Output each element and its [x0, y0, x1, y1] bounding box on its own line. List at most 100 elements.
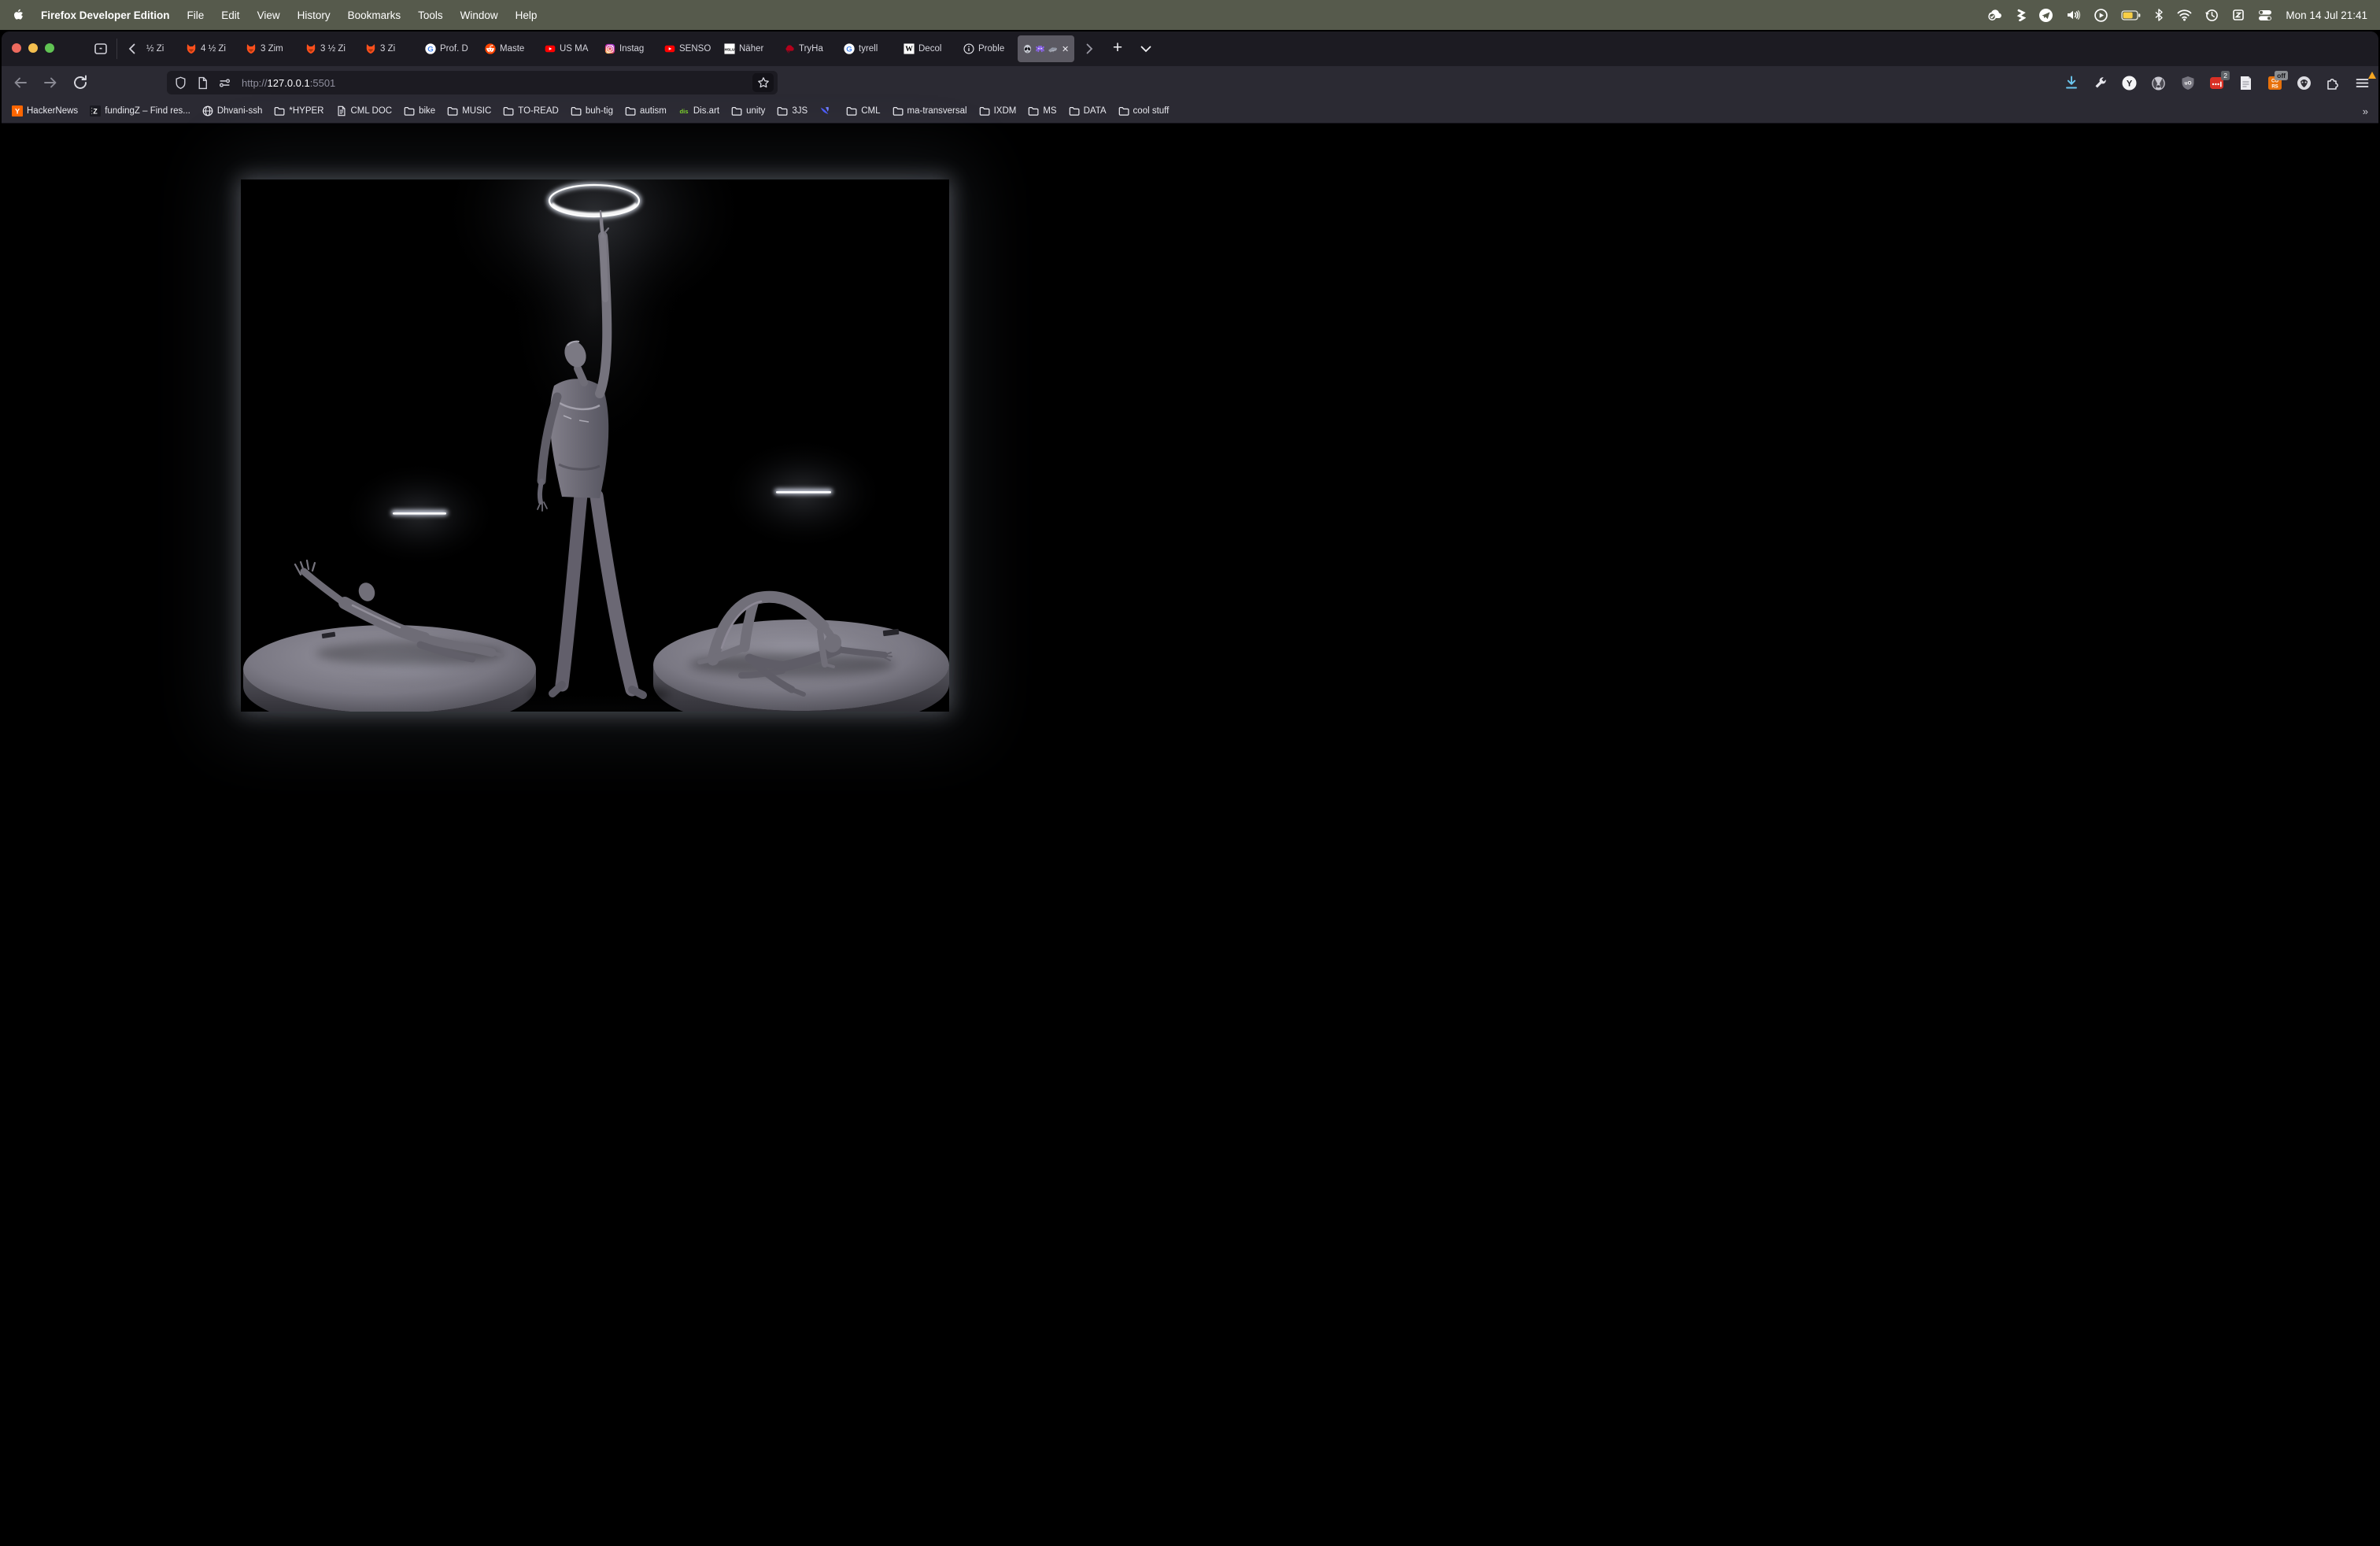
menu-view[interactable]: View [257, 9, 280, 21]
tab[interactable]: Instag [599, 35, 659, 62]
hslu-favicon: HSLU [724, 43, 735, 54]
y-circle-icon[interactable]: Y [2121, 75, 2138, 91]
bookmark-folder[interactable]: autism [625, 105, 667, 117]
tab[interactable]: 4 ½ Zi [180, 35, 240, 62]
clipboard-z-icon[interactable] [2232, 9, 2245, 21]
list-all-tabs-icon[interactable] [1138, 41, 1154, 57]
folder-icon [731, 105, 742, 117]
bookmark-folder[interactable]: TO-READ [503, 105, 559, 117]
invader-emoji-icon [1035, 44, 1045, 54]
folder-icon [571, 105, 582, 117]
bookmark-item[interactable]: disDis.art [678, 105, 719, 117]
time-machine-icon[interactable] [2205, 9, 2219, 22]
url-text[interactable]: http://127.0.0.1:5501 [242, 77, 335, 89]
tab[interactable]: WDecol [898, 35, 958, 62]
bookmark-folder[interactable]: IXDM [979, 105, 1017, 117]
window-zoom-button[interactable] [45, 43, 54, 53]
menu-window[interactable]: Window [460, 9, 498, 21]
bookmarks-overflow-icon[interactable]: » [2363, 105, 2368, 117]
permissions-icon[interactable] [218, 76, 231, 90]
tab[interactable]: HSLUNäher [719, 35, 778, 62]
tab[interactable]: Maste [479, 35, 539, 62]
bookmark-folder[interactable]: cool stuff [1118, 105, 1170, 117]
bookmark-folder[interactable]: 3JS [777, 105, 808, 117]
tab[interactable]: 3 ½ Zi [300, 35, 360, 62]
play-circle-icon[interactable] [2094, 9, 2108, 22]
tab[interactable]: ½ Zi [144, 35, 180, 62]
bookmark-folder[interactable]: MS [1028, 105, 1056, 117]
scroll-tabs-left-icon[interactable] [124, 41, 140, 57]
control-center-icon[interactable] [2258, 9, 2272, 21]
svg-text:RS: RS [2271, 84, 2278, 89]
ribbon-icon[interactable] [2016, 9, 2026, 21]
menu-edit[interactable]: Edit [221, 9, 239, 21]
hamburger-menu-icon[interactable] [2354, 75, 2371, 91]
ublock-icon[interactable]: uO [2179, 75, 2196, 91]
cloud-check-icon[interactable] [1987, 9, 2003, 21]
folder-icon [503, 105, 514, 117]
webgl-canvas[interactable] [241, 179, 949, 712]
scroll-tabs-right-icon[interactable] [1081, 41, 1097, 57]
info-favicon [963, 43, 974, 54]
wifi-icon[interactable] [2177, 9, 2192, 21]
cors-icon[interactable]: CORSoff [2267, 75, 2283, 91]
tab[interactable]: Proble [958, 35, 1018, 62]
firefox-window: ½ Zi 4 ½ Zi 3 Zim 3 ½ Zi 3 Zi GProf. D M… [2, 31, 2378, 1546]
menu-help[interactable]: Help [516, 9, 538, 21]
bookmark-folder[interactable]: DATA [1069, 105, 1107, 117]
mask-circle-icon[interactable] [2296, 75, 2312, 91]
bookmark-item[interactable]: Dhvani-ssh [202, 105, 263, 117]
bookmark-folder[interactable]: CML [846, 105, 880, 117]
bluetooth-icon[interactable] [2154, 9, 2164, 21]
tab[interactable]: GProf. D [419, 35, 479, 62]
bookmark-item[interactable] [819, 105, 834, 117]
bookmark-star-icon[interactable] [752, 73, 774, 92]
menu-app-name[interactable]: Firefox Developer Edition [41, 9, 170, 21]
shield-icon[interactable] [174, 76, 187, 90]
bookmark-folder[interactable]: unity [731, 105, 765, 117]
menu-tools[interactable]: Tools [418, 9, 443, 21]
battery-icon[interactable] [2121, 10, 2141, 20]
menu-file[interactable]: File [187, 9, 205, 21]
menu-bookmarks[interactable]: Bookmarks [348, 9, 401, 21]
window-close-button[interactable] [12, 43, 21, 53]
password-manager-icon[interactable]: 2 [2208, 75, 2225, 91]
left-neon-lamp [341, 460, 498, 568]
tab[interactable]: US MA [539, 35, 599, 62]
tab[interactable]: 3 Zi [360, 35, 419, 62]
tab[interactable]: 3 Zim [240, 35, 300, 62]
telegram-icon[interactable] [2039, 9, 2053, 22]
bookmark-folder[interactable]: *HYPER [274, 105, 323, 117]
active-tab[interactable]: ✕ [1018, 35, 1074, 62]
menu-clock[interactable]: Mon 14 Jul 21:41 [2286, 9, 2367, 21]
notes-icon[interactable] [2238, 75, 2254, 91]
bookmark-item[interactable]: ZfundingZ – Find res... [90, 105, 190, 117]
bookmark-folder[interactable]: ma-transversal [893, 105, 967, 117]
sidebar-toggle-icon[interactable] [93, 41, 109, 57]
apple-icon[interactable] [13, 9, 24, 21]
download-icon[interactable] [2063, 75, 2079, 91]
reload-icon[interactable] [71, 73, 90, 92]
bookmark-item[interactable]: YHackerNews [12, 105, 78, 117]
volume-icon[interactable] [2066, 9, 2081, 21]
wrench-icon[interactable] [2092, 75, 2108, 91]
privacy-badger-icon[interactable] [2150, 75, 2167, 91]
bookmark-folder[interactable]: buh-tig [571, 105, 613, 117]
page-proxy-icon[interactable] [196, 76, 209, 90]
bookmark-item[interactable]: CML DOC [336, 105, 393, 117]
svg-text:W: W [905, 45, 913, 54]
puzzle-icon[interactable] [2325, 75, 2341, 91]
tab[interactable]: SENSO [659, 35, 719, 62]
bookmark-folder[interactable]: bike [404, 105, 435, 117]
tab[interactable]: Gtyrell [838, 35, 898, 62]
tab[interactable]: TryHa [778, 35, 838, 62]
tryhackme-favicon [784, 43, 795, 54]
new-tab-button[interactable]: + [1107, 37, 1129, 59]
forward-icon[interactable] [41, 73, 60, 92]
window-minimize-button[interactable] [28, 43, 38, 53]
bookmark-folder[interactable]: MUSIC [447, 105, 491, 117]
menu-history[interactable]: History [298, 9, 331, 21]
url-bar[interactable]: http://127.0.0.1:5501 [167, 71, 778, 94]
back-icon[interactable] [11, 73, 30, 92]
tab-close-icon[interactable]: ✕ [1062, 44, 1069, 54]
